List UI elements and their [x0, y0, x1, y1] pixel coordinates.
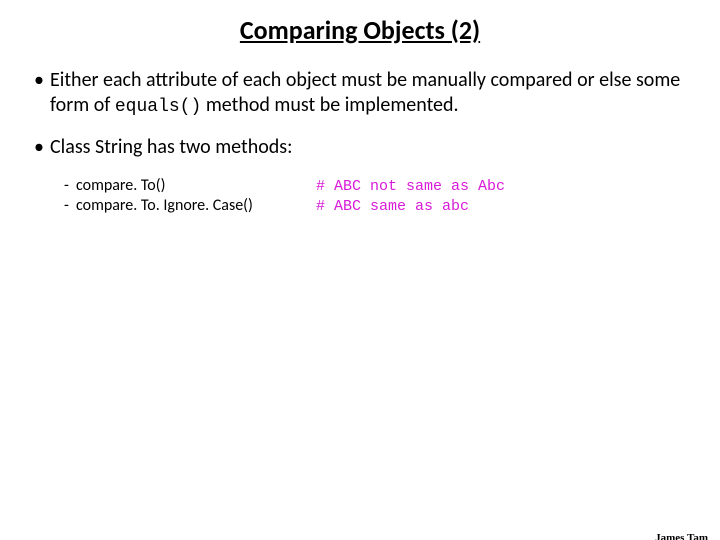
bullet-1-code: equals(): [115, 97, 201, 117]
sub-item: - compare. To. Ignore. Case() # ABC same…: [64, 196, 690, 217]
slide: Comparing Objects (2) Either each attrib…: [0, 14, 720, 540]
sub-item: - compare. To() # ABC not same as Abc: [64, 176, 690, 197]
sub-comment: # ABC same as abc: [316, 197, 469, 217]
slide-body: Either each attribute of each object mus…: [0, 68, 720, 217]
slide-title: Comparing Objects (2): [0, 14, 720, 46]
bullet-1: Either each attribute of each object mus…: [34, 68, 690, 119]
author-credit: James Tam: [655, 532, 708, 540]
sublist: - compare. To() # ABC not same as Abc - …: [64, 176, 690, 218]
sub-dash: -: [64, 196, 76, 217]
sub-name: compare. To. Ignore. Case(): [76, 196, 316, 217]
sub-name: compare. To(): [76, 176, 316, 197]
bullet-2-text: Class String has two methods:: [50, 135, 292, 159]
bullet-2: Class String has two methods:: [34, 135, 690, 160]
bullet-1-text-post: method must be implemented.: [201, 93, 458, 117]
sub-dash: -: [64, 176, 76, 197]
sub-comment: # ABC not same as Abc: [316, 177, 505, 197]
